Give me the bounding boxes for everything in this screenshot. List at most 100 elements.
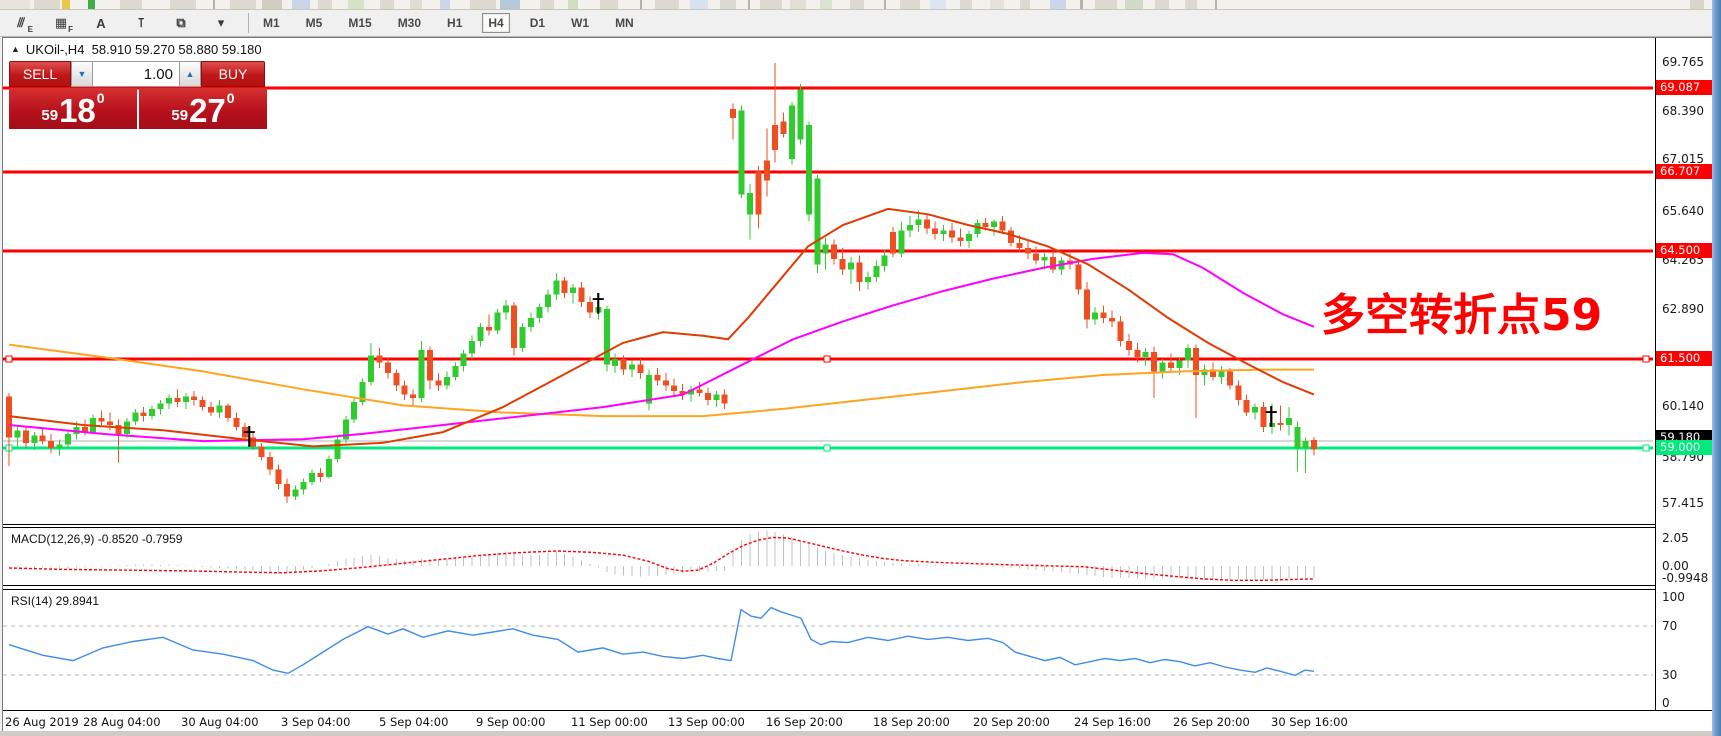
macd-axis-label: 2.05 bbox=[1662, 531, 1689, 545]
collapse-arrow-icon[interactable]: ▲ bbox=[11, 44, 20, 54]
lot-decrease-button[interactable]: ▼ bbox=[71, 61, 93, 87]
price-axis-label: 65.640 bbox=[1662, 204, 1704, 218]
text-tool-icon[interactable]: A bbox=[88, 13, 114, 34]
window-right-edge bbox=[1712, 0, 1721, 736]
toolbar-fragment-icon bbox=[410, 0, 422, 9]
toolbar-fragment-icon bbox=[640, 0, 642, 9]
arrows-tool-icon[interactable]: ⧉ bbox=[168, 13, 194, 34]
buy-price-sup: 0 bbox=[227, 90, 235, 106]
buy-price-big: 27 bbox=[189, 96, 226, 126]
toolbar-fragment-icon bbox=[655, 0, 679, 9]
dropdown-arrow-icon[interactable]: ▾ bbox=[208, 13, 234, 34]
text-label-tool-icon[interactable]: ⊺ bbox=[128, 13, 154, 34]
time-axis[interactable]: 26 Aug 201928 Aug 04:0030 Aug 04:003 Sep… bbox=[3, 710, 1713, 731]
macd-pane[interactable] bbox=[3, 528, 1655, 584]
timeframe-button-h1[interactable]: H1 bbox=[441, 13, 468, 33]
price-axis-label: 57.415 bbox=[1662, 496, 1704, 510]
timeframe-button-m15[interactable]: M15 bbox=[342, 13, 377, 33]
price-badge-64.500: 64.500 bbox=[1656, 243, 1713, 258]
bull-bear-turning-point-annotation[interactable]: 多空转折点59 bbox=[1321, 279, 1602, 343]
pane-divider[interactable] bbox=[3, 585, 1713, 586]
chart-toolbar: ⫻E ▦F A ⊺ ⧉ ▾ M1 M5 M15 M30 H1 H4 D1 W1 MN bbox=[0, 10, 1721, 37]
toolbar-fragment-icon bbox=[760, 0, 782, 9]
line-handle[interactable] bbox=[1643, 356, 1649, 362]
timeframe-button-m1[interactable]: M1 bbox=[257, 13, 286, 33]
toolbar-fragment-icon bbox=[748, 0, 750, 9]
time-axis-label: 26 Aug 2019 bbox=[5, 715, 79, 729]
toolbar-fragment-icon bbox=[230, 0, 256, 9]
toolbar-fragment-icon bbox=[170, 0, 196, 9]
sell-price-prefix: 59 bbox=[41, 107, 58, 124]
one-click-trading-panel: SELL ▼ ▲ BUY 59 18 0 59 27 0 bbox=[9, 61, 267, 129]
toolbar-fragment-icon bbox=[348, 0, 364, 9]
toolbar-fragment-icon bbox=[930, 0, 946, 9]
toolbar-fragment-icon bbox=[1185, 0, 1197, 9]
buy-button[interactable]: BUY bbox=[201, 61, 265, 87]
buy-price-display[interactable]: 59 27 0 bbox=[139, 88, 267, 129]
time-axis-label: 30 Sep 16:00 bbox=[1271, 715, 1348, 729]
price-badge-69.087: 69.087 bbox=[1656, 80, 1713, 95]
toolbar-fragment-icon bbox=[262, 0, 282, 9]
timeframe-button-h4[interactable]: H4 bbox=[482, 13, 509, 33]
time-axis-label: 20 Sep 20:00 bbox=[973, 715, 1050, 729]
toolbar-fragment-icon bbox=[120, 0, 142, 9]
fibonacci-tool-icon[interactable]: ▦F bbox=[48, 13, 74, 34]
cross-marker-object[interactable]: † bbox=[1265, 401, 1278, 430]
buy-price-prefix: 59 bbox=[171, 107, 188, 124]
toolbar-fragment-icon bbox=[1215, 0, 1217, 9]
toolbar-fragment-icon bbox=[960, 0, 972, 9]
time-axis-label: 24 Sep 16:00 bbox=[1074, 715, 1151, 729]
line-handle[interactable] bbox=[6, 356, 12, 362]
toolbar-fragment-icon bbox=[690, 0, 708, 9]
toolbar-fragment-icon bbox=[1155, 0, 1169, 9]
toolbar-fragment-icon bbox=[62, 0, 70, 9]
cross-marker-object[interactable]: † bbox=[243, 421, 256, 450]
price-axis-label: 60.140 bbox=[1662, 399, 1704, 413]
time-axis-label: 26 Sep 20:00 bbox=[1173, 715, 1250, 729]
timeframe-button-d1[interactable]: D1 bbox=[524, 13, 551, 33]
toolbar-fragment-icon bbox=[88, 0, 95, 9]
macd-indicator-label: MACD(12,26,9) -0.8520 -0.7959 bbox=[11, 532, 182, 546]
toolbar-fragment-icon bbox=[440, 0, 450, 9]
toolbar-fragment-icon bbox=[500, 0, 520, 9]
price-badge-66.707: 66.707 bbox=[1656, 164, 1713, 179]
cross-marker-object[interactable]: † bbox=[592, 288, 605, 317]
timeframe-button-m5[interactable]: M5 bbox=[300, 13, 329, 33]
timeframe-button-mn[interactable]: MN bbox=[609, 13, 640, 33]
toolbar-fragment-icon bbox=[292, 0, 310, 9]
time-axis-label: 11 Sep 00:00 bbox=[571, 715, 648, 729]
time-axis-label: 5 Sep 04:00 bbox=[379, 715, 448, 729]
lot-size-input[interactable] bbox=[93, 61, 179, 87]
time-axis-label: 3 Sep 04:00 bbox=[281, 715, 350, 729]
price-axis-label: 68.390 bbox=[1662, 104, 1704, 118]
spin-up-icon: ▲ bbox=[186, 69, 195, 79]
sell-price-sup: 0 bbox=[97, 90, 105, 106]
line-handle[interactable] bbox=[824, 356, 830, 362]
toolbar-fragment-icon bbox=[213, 0, 215, 9]
toolbar-fragment-icon bbox=[990, 0, 1004, 9]
time-axis-label: 30 Aug 04:00 bbox=[181, 715, 259, 729]
toolbar-fragment-icon bbox=[568, 0, 578, 9]
chart-window[interactable]: ▲UKOil-,H4 58.910 59.270 58.880 59.180 S… bbox=[2, 37, 1712, 731]
rsi-pane[interactable] bbox=[3, 590, 1655, 710]
timeframe-button-m30[interactable]: M30 bbox=[392, 13, 427, 33]
line-handle[interactable] bbox=[824, 445, 830, 451]
equidistant-channel-icon[interactable]: ⫻E bbox=[8, 13, 34, 34]
line-handle[interactable] bbox=[1643, 445, 1649, 451]
price-axis[interactable] bbox=[1655, 38, 1713, 710]
timeframe-button-w1[interactable]: W1 bbox=[565, 13, 595, 33]
sell-button[interactable]: SELL bbox=[9, 61, 71, 87]
time-axis-label: 18 Sep 20:00 bbox=[873, 715, 950, 729]
cutoff-toolbar-strip bbox=[0, 0, 1721, 10]
toolbar-fragment-icon bbox=[790, 0, 806, 9]
pane-divider[interactable] bbox=[3, 524, 1713, 525]
toolbar-fragment-icon bbox=[470, 0, 496, 9]
toolbar-fragment-icon bbox=[1690, 0, 1704, 9]
toolbar-fragment-icon bbox=[1080, 0, 1083, 9]
chart-title: ▲UKOil-,H4 58.910 59.270 58.880 59.180 bbox=[11, 42, 262, 57]
price-axis-label: 69.765 bbox=[1662, 55, 1704, 69]
lot-increase-button[interactable]: ▲ bbox=[179, 61, 201, 87]
toolbar-fragment-icon bbox=[1125, 0, 1143, 9]
ma-magenta bbox=[9, 253, 1314, 441]
sell-price-display[interactable]: 59 18 0 bbox=[9, 88, 137, 129]
